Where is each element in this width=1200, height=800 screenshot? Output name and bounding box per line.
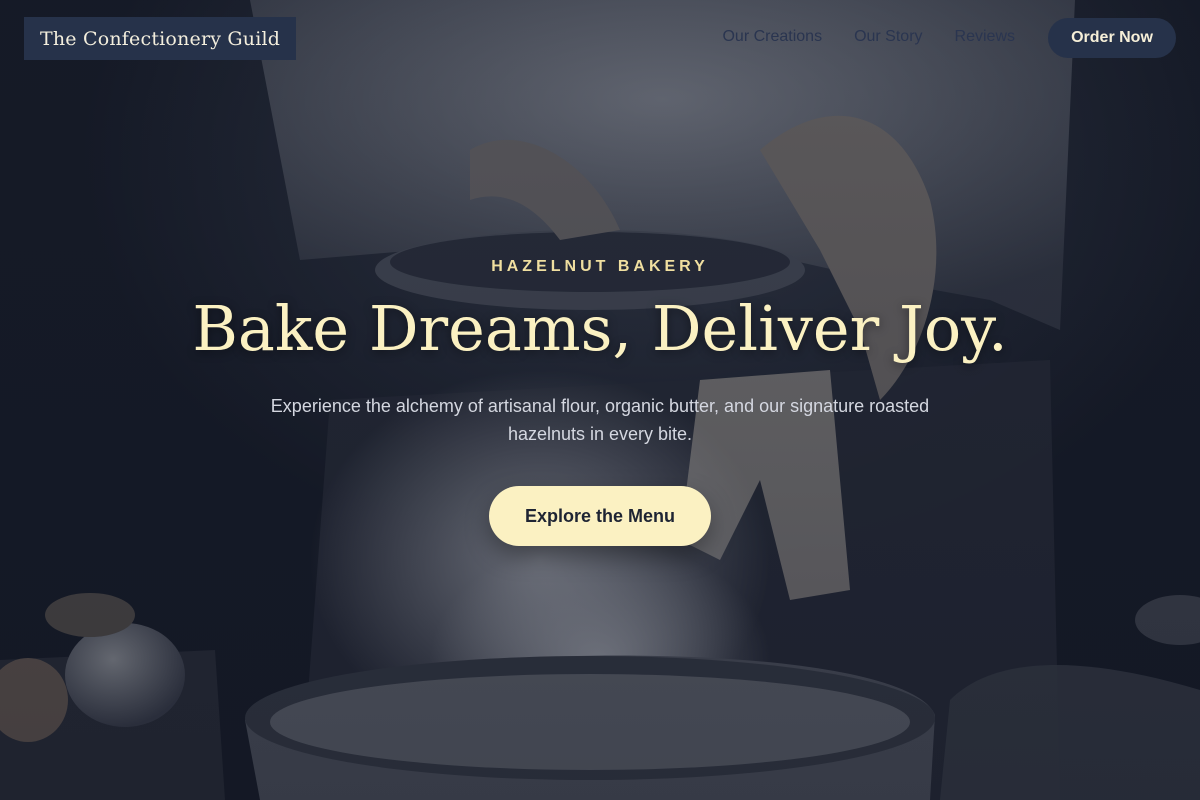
nav-link-our-story[interactable]: Our Story (854, 28, 922, 46)
order-now-button[interactable]: Order Now (1048, 18, 1176, 58)
nav-link-reviews[interactable]: Reviews (955, 28, 1015, 46)
nav-link-our-creations[interactable]: Our Creations (722, 28, 822, 46)
brand-logo[interactable]: The Confectionery Guild (24, 17, 297, 60)
main-nav: Our Creations Our Story Reviews (722, 28, 1015, 46)
hero-subtitle: Experience the alchemy of artisanal flou… (270, 396, 930, 444)
brand-name: The Confectionery Guild (40, 27, 281, 50)
hero-eyebrow: HAZELNUT BAKERY (491, 258, 709, 275)
hero-headline: Bake Dreams, Deliver Joy. (192, 292, 1008, 365)
explore-menu-button[interactable]: Explore the Menu (489, 486, 711, 546)
